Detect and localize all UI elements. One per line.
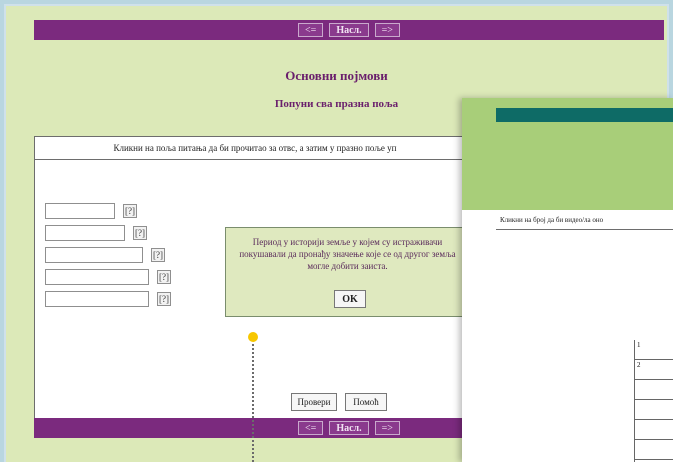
prev-button[interactable]: <= [298, 23, 324, 37]
answer-field-4[interactable] [45, 269, 149, 285]
answer-field-5[interactable] [45, 291, 149, 307]
second-window: Кликни на број да би видео/ла оно 1 2 [462, 98, 673, 462]
instruction-text: Кликни на поља питања да би прочитао за … [35, 137, 475, 160]
callout-line [252, 344, 254, 462]
grid-cell[interactable]: 1 [635, 340, 673, 360]
next-button-bottom[interactable]: => [374, 421, 400, 435]
answer-field-2[interactable] [45, 225, 125, 241]
tooltip-text: Период у историји земље у којем су истра… [239, 237, 456, 271]
second-window-titlebar [496, 108, 673, 122]
top-nav: <= Насл. => [34, 20, 664, 40]
home-button[interactable]: Насл. [329, 23, 369, 37]
grid-cell[interactable] [635, 420, 673, 440]
grid-cell-label: 1 [637, 341, 641, 349]
help-button[interactable]: Помоћ [345, 393, 387, 411]
check-button[interactable]: Провери [291, 393, 337, 411]
grid-cell-label: 2 [637, 361, 641, 369]
definition-tooltip: Период у историји земље у којем су истра… [225, 227, 470, 317]
help-icon-3[interactable]: [?] [151, 248, 165, 262]
prev-button-bottom[interactable]: <= [298, 421, 324, 435]
page-title: Основни појмови [285, 68, 388, 83]
callout-marker [248, 332, 258, 342]
next-button[interactable]: => [374, 23, 400, 37]
help-icon-4[interactable]: [?] [157, 270, 171, 284]
grid-cell[interactable] [635, 440, 673, 460]
help-icon-5[interactable]: [?] [157, 292, 171, 306]
home-button-bottom[interactable]: Насл. [329, 421, 369, 435]
answer-field-3[interactable] [45, 247, 143, 263]
answer-field-1[interactable] [45, 203, 115, 219]
crossword-grid: 1 2 [634, 340, 673, 462]
grid-cell[interactable] [635, 380, 673, 400]
grid-cell[interactable] [635, 400, 673, 420]
second-window-instruction: Кликни на број да би видео/ла оно [496, 210, 673, 230]
help-icon-2[interactable]: [?] [133, 226, 147, 240]
grid-cell[interactable]: 2 [635, 360, 673, 380]
help-icon-1[interactable]: [?] [123, 204, 137, 218]
ok-button[interactable]: OK [334, 290, 366, 308]
